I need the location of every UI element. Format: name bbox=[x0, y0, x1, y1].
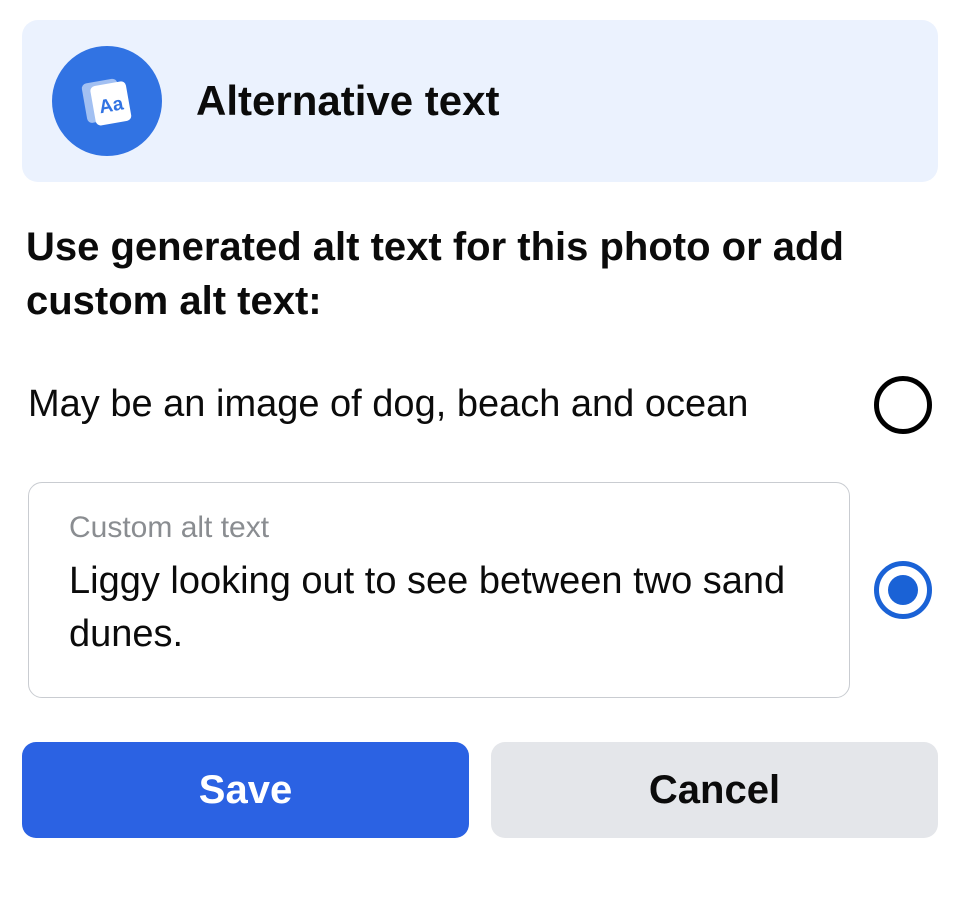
alt-text-icon-circle: Aa bbox=[52, 46, 162, 156]
generated-alt-radio[interactable] bbox=[874, 376, 932, 434]
button-row: Save Cancel bbox=[22, 742, 938, 838]
cancel-button[interactable]: Cancel bbox=[491, 742, 938, 838]
save-button[interactable]: Save bbox=[22, 742, 469, 838]
custom-alt-radio[interactable] bbox=[874, 561, 932, 619]
custom-alt-option: Custom alt text Liggy looking out to see… bbox=[22, 482, 938, 698]
instruction-text: Use generated alt text for this photo or… bbox=[22, 220, 938, 328]
generated-alt-text: May be an image of dog, beach and ocean bbox=[28, 379, 850, 430]
header-title: Alternative text bbox=[196, 77, 499, 125]
custom-alt-input-box[interactable]: Custom alt text Liggy looking out to see… bbox=[28, 482, 850, 698]
custom-alt-label: Custom alt text bbox=[69, 511, 809, 545]
svg-text:Aa: Aa bbox=[97, 93, 125, 118]
radio-dot bbox=[888, 575, 918, 605]
header-banner: Aa Alternative text bbox=[22, 20, 938, 182]
generated-alt-option[interactable]: May be an image of dog, beach and ocean bbox=[22, 376, 938, 434]
cards-aa-icon: Aa bbox=[76, 68, 138, 135]
custom-alt-value[interactable]: Liggy looking out to see between two san… bbox=[69, 555, 809, 661]
